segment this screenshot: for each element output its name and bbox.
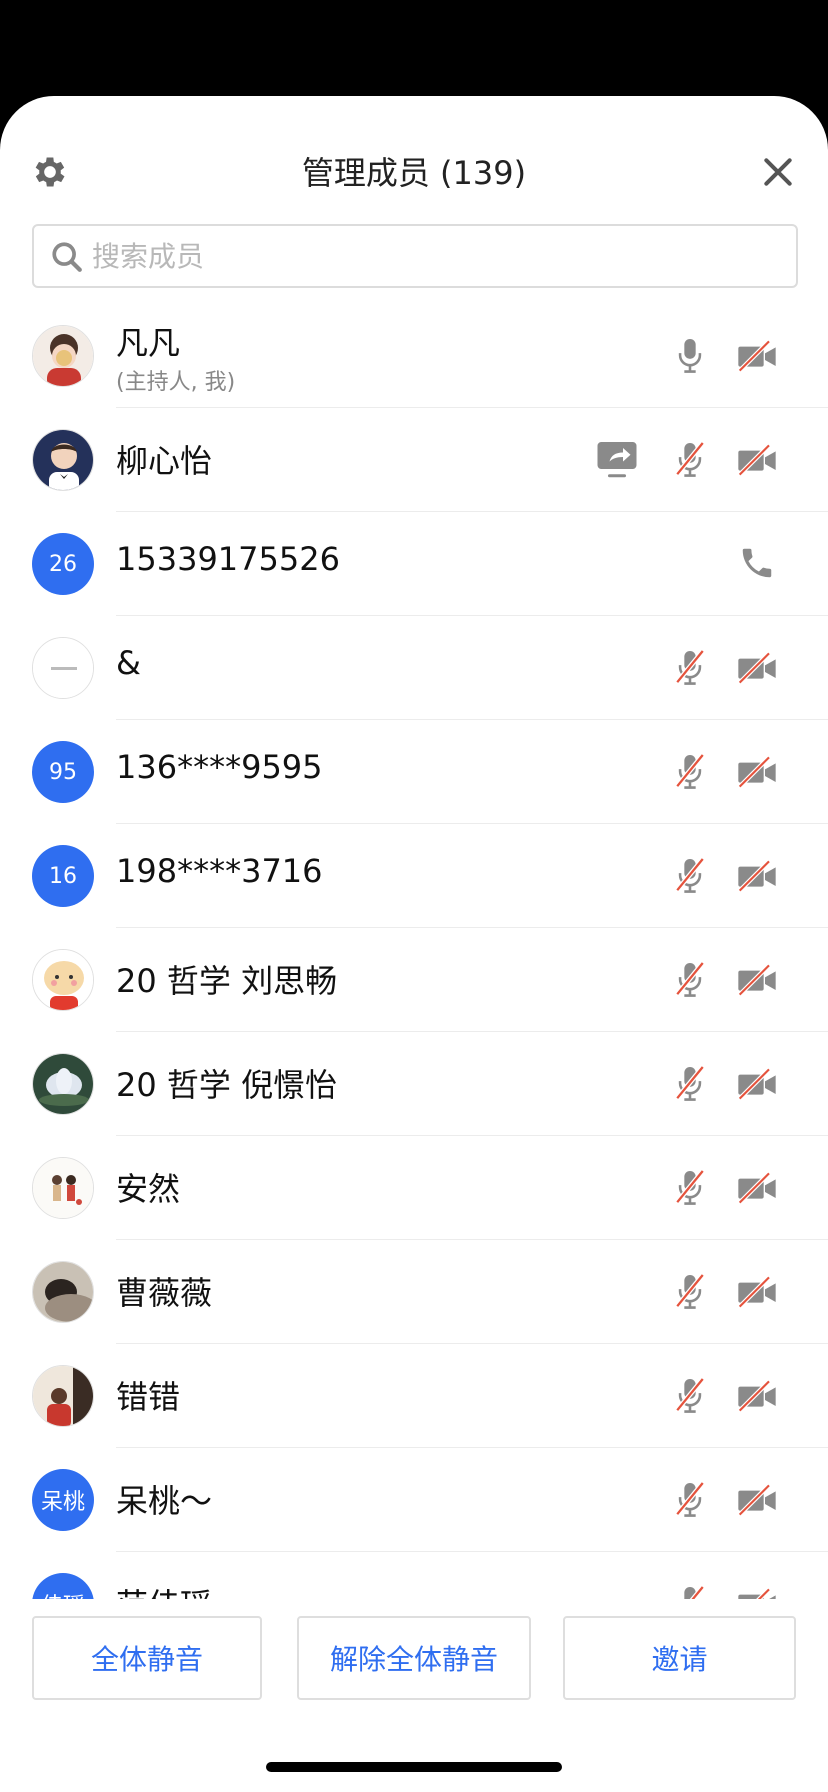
video-off-icon[interactable]	[737, 755, 777, 792]
avatar	[32, 325, 94, 387]
mic-icon[interactable]	[673, 336, 707, 380]
phone-icon[interactable]	[738, 544, 776, 586]
avatar: 26	[32, 533, 94, 595]
search-input[interactable]	[92, 226, 772, 286]
avatar	[32, 1365, 94, 1427]
mic-muted-icon[interactable]	[673, 1376, 707, 1420]
member-name: 198****3716	[116, 852, 323, 890]
mic-muted-icon[interactable]	[673, 1272, 707, 1316]
avatar: 95	[32, 741, 94, 803]
member-row[interactable]: 95 136****9595	[0, 720, 828, 824]
avatar	[32, 1157, 94, 1219]
member-name: 错错	[116, 1378, 181, 1416]
video-off-icon[interactable]	[737, 1379, 777, 1416]
mic-muted-icon[interactable]	[673, 440, 707, 484]
member-row[interactable]: 呆桃 呆桃～	[0, 1448, 828, 1552]
video-off-icon[interactable]	[737, 651, 777, 688]
member-row[interactable]: 错错	[0, 1344, 828, 1448]
member-row[interactable]: 26 15339175526	[0, 512, 828, 616]
screen-share-icon[interactable]	[596, 440, 638, 484]
member-name: 安然	[116, 1170, 181, 1208]
close-icon[interactable]	[758, 152, 798, 192]
member-row[interactable]: 20 哲学 倪憬怡	[0, 1032, 828, 1136]
member-row[interactable]: 凡凡 (主持人, 我)	[0, 304, 828, 408]
avatar	[32, 949, 94, 1011]
mic-muted-icon[interactable]	[673, 856, 707, 900]
video-off-icon[interactable]	[737, 1483, 777, 1520]
unmute-all-button[interactable]: 解除全体静音	[297, 1616, 531, 1700]
avatar	[32, 637, 94, 699]
avatar	[32, 1053, 94, 1115]
video-off-icon[interactable]	[737, 859, 777, 896]
member-name: 20 哲学 刘思畅	[116, 962, 338, 1000]
video-off-icon[interactable]	[737, 339, 777, 376]
mute-all-button[interactable]: 全体静音	[32, 1616, 262, 1700]
video-off-icon[interactable]	[737, 1067, 777, 1104]
member-row[interactable]: 20 哲学 刘思畅	[0, 928, 828, 1032]
page-title: 管理成员 (139)	[301, 154, 527, 192]
mic-muted-icon[interactable]	[673, 1168, 707, 1212]
video-off-icon[interactable]	[737, 1171, 777, 1208]
member-name: 15339175526	[116, 540, 340, 578]
video-off-icon[interactable]	[737, 963, 777, 1000]
home-indicator	[266, 1762, 562, 1772]
search-icon	[52, 242, 82, 272]
avatar	[32, 1261, 94, 1323]
member-name: 柳心怡	[116, 442, 213, 480]
video-off-icon[interactable]	[737, 1587, 777, 1599]
avatar: 16	[32, 845, 94, 907]
member-name: 20 哲学 倪憬怡	[116, 1066, 338, 1104]
video-off-icon[interactable]	[737, 1275, 777, 1312]
invite-button[interactable]: 邀请	[563, 1616, 796, 1700]
member-row[interactable]: 佳瑶 范佳瑶	[0, 1552, 828, 1599]
member-name: 136****9595	[116, 748, 323, 786]
member-row[interactable]: &	[0, 616, 828, 720]
search-bar	[32, 224, 798, 288]
mic-muted-icon[interactable]	[673, 1064, 707, 1108]
mic-muted-icon[interactable]	[673, 648, 707, 692]
member-role: (主持人, 我)	[116, 370, 236, 395]
avatar: 佳瑶	[32, 1573, 94, 1599]
member-row[interactable]: 安然	[0, 1136, 828, 1240]
member-name: 曹薇薇	[116, 1274, 213, 1312]
avatar: 呆桃	[32, 1469, 94, 1531]
member-name: &	[116, 644, 141, 682]
member-name: 凡凡	[116, 324, 181, 362]
member-list: 凡凡 (主持人, 我) 柳心怡 26 15339175526 & 95 136****9595…	[0, 304, 828, 1599]
member-name: 呆桃～	[116, 1482, 213, 1520]
mic-muted-icon[interactable]	[673, 960, 707, 1004]
footer-actions: 全体静音 解除全体静音 邀请	[0, 1606, 828, 1706]
member-row[interactable]: 曹薇薇	[0, 1240, 828, 1344]
mic-muted-icon[interactable]	[673, 1480, 707, 1524]
mic-muted-icon[interactable]	[673, 1584, 707, 1599]
manage-members-sheet: 管理成员 (139) 凡凡 (主持人, 我) 柳心怡 26 15339175526 & 95…	[0, 96, 828, 1792]
video-off-icon[interactable]	[737, 443, 777, 480]
avatar	[32, 429, 94, 491]
member-name: 范佳瑶	[116, 1580, 212, 1599]
member-row[interactable]: 柳心怡	[0, 408, 828, 512]
mic-muted-icon[interactable]	[673, 752, 707, 796]
member-row[interactable]: 16 198****3716	[0, 824, 828, 928]
